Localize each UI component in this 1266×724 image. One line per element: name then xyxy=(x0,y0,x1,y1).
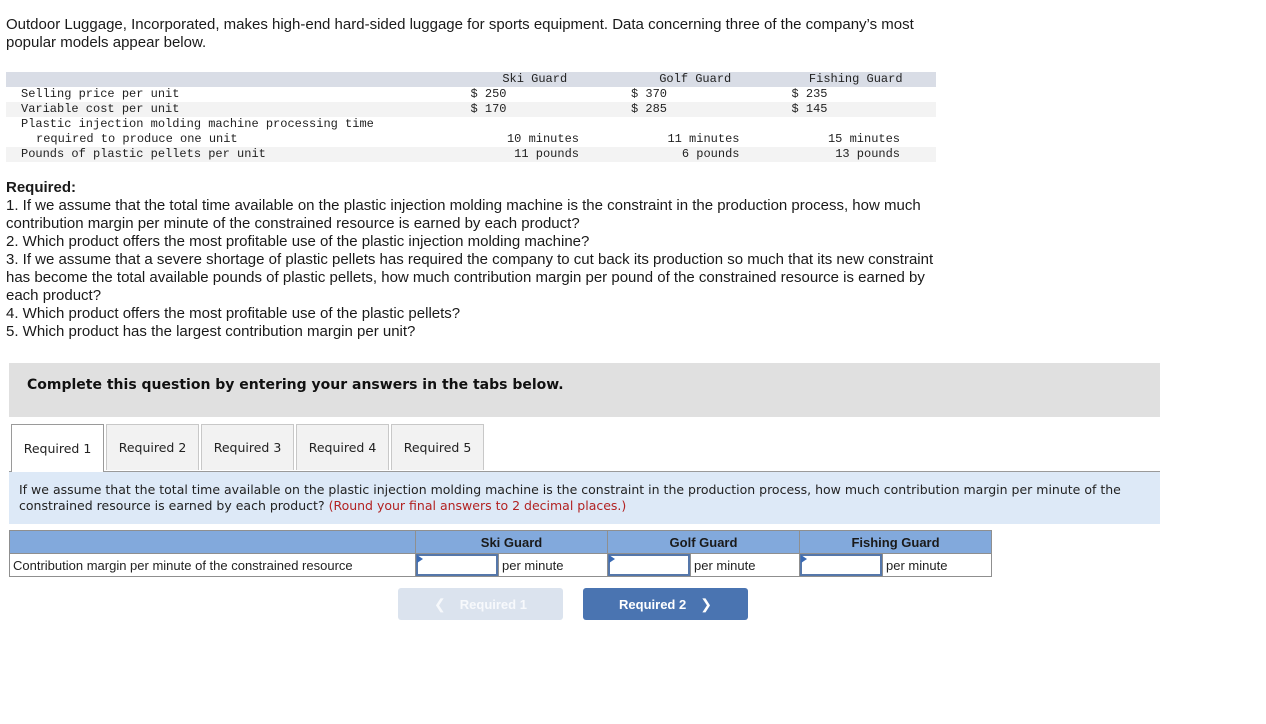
tab-required-4[interactable]: Required 4 xyxy=(296,424,389,470)
cell-value: 6 pounds xyxy=(614,147,776,162)
answer-header-fishing-guard: Fishing Guard xyxy=(799,530,992,554)
chevron-left-icon: ❮ xyxy=(434,595,446,612)
intro-text: Outdoor Luggage, Incorporated, makes hig… xyxy=(6,16,914,51)
table-row: Pounds of plastic pellets per unit 11 po… xyxy=(6,147,936,162)
answer-table: Ski Guard Golf Guard Fishing Guard Contr… xyxy=(9,530,992,577)
row-label: Plastic injection molding machine proces… xyxy=(21,117,374,131)
cell-value: 15 minutes xyxy=(827,132,900,146)
required-item-4: 4. Which product offers the most profita… xyxy=(6,305,461,322)
unit-label: per minute xyxy=(498,553,608,577)
product-data-table: Ski Guard Golf Guard Fishing Guard Selli… xyxy=(6,72,936,162)
row-label: Pounds of plastic pellets per unit xyxy=(6,147,455,162)
row-label: Selling price per unit xyxy=(21,87,180,101)
question-box: If we assume that the total time availab… xyxy=(9,472,1160,524)
input-flag-icon xyxy=(609,555,615,563)
chevron-right-icon: ❯ xyxy=(700,595,712,612)
cell-value: $ 285 xyxy=(614,102,776,117)
answer-header-golf-guard: Golf Guard xyxy=(607,530,800,554)
required-item-2: 2. Which product offers the most profita… xyxy=(6,233,590,250)
tab-required-5[interactable]: Required 5 xyxy=(391,424,484,470)
cell-value: $ 145 xyxy=(775,102,936,117)
table-header-row: Ski Guard Golf Guard Fishing Guard xyxy=(6,72,936,87)
cell-value: $ 170 xyxy=(454,102,615,117)
instruction-banner: Complete this question by entering your … xyxy=(9,363,1160,417)
cell-value: 13 pounds xyxy=(775,147,936,162)
cell-value: $ 250 xyxy=(470,87,507,101)
unit-label: per minute xyxy=(882,553,992,577)
row-label: required to produce one unit xyxy=(36,132,238,146)
ski-guard-cm-input[interactable] xyxy=(416,554,498,576)
required-item-5: 5. Which product has the largest contrib… xyxy=(6,323,416,340)
input-flag-icon xyxy=(801,555,807,563)
rounding-hint: (Round your final answers to 2 decimal p… xyxy=(328,498,627,513)
answer-row-label: Contribution margin per minute of the co… xyxy=(9,553,416,577)
required-item-3: 3. If we assume that a severe shortage o… xyxy=(6,251,934,304)
instruction-text: Complete this question by entering your … xyxy=(27,377,564,393)
golf-guard-cm-input[interactable] xyxy=(608,554,690,576)
table-row: Plastic injection molding machine proces… xyxy=(6,117,936,132)
prev-button-label: Required 1 xyxy=(459,596,527,612)
cell-value: $ 370 xyxy=(630,87,667,101)
tab-required-1[interactable]: Required 1 xyxy=(11,424,104,472)
answer-row: Contribution margin per minute of the co… xyxy=(9,553,992,577)
tab-bar: Required 1 Required 2 Required 3 Require… xyxy=(11,424,486,472)
input-flag-icon xyxy=(417,555,423,563)
cell-value: 11 pounds xyxy=(454,147,615,162)
prev-required-button[interactable]: ❮ Required 1 xyxy=(398,588,563,620)
cell-value: $ 235 xyxy=(791,87,828,101)
column-header-golf-guard: Golf Guard xyxy=(614,72,776,87)
tab-required-2[interactable]: Required 2 xyxy=(106,424,199,470)
required-title: Required: xyxy=(6,179,77,196)
tab-required-3[interactable]: Required 3 xyxy=(201,424,294,470)
cell-value: 10 minutes xyxy=(506,132,579,146)
unit-label: per minute xyxy=(690,553,800,577)
table-row: Variable cost per unit $ 170 $ 285 $ 145 xyxy=(6,102,936,117)
table-row: Selling price per unit $ 250 $ 370 $ 235 xyxy=(6,87,936,102)
column-header-fishing-guard: Fishing Guard xyxy=(775,72,936,87)
cell-value: 11 minutes xyxy=(667,132,740,146)
fishing-guard-cm-input[interactable] xyxy=(800,554,882,576)
column-header-ski-guard: Ski Guard xyxy=(454,72,615,87)
next-required-button[interactable]: Required 2 ❯ xyxy=(583,588,748,620)
table-row: required to produce one unit 10 minutes … xyxy=(6,132,936,147)
row-label: Variable cost per unit xyxy=(6,102,455,117)
answer-header-ski-guard: Ski Guard xyxy=(415,530,608,554)
required-section: Required: 1. If we assume that the total… xyxy=(6,179,936,341)
answer-header-row: Ski Guard Golf Guard Fishing Guard xyxy=(9,530,992,554)
required-item-1: 1. If we assume that the total time avai… xyxy=(6,197,921,232)
next-button-label: Required 2 xyxy=(619,596,687,612)
